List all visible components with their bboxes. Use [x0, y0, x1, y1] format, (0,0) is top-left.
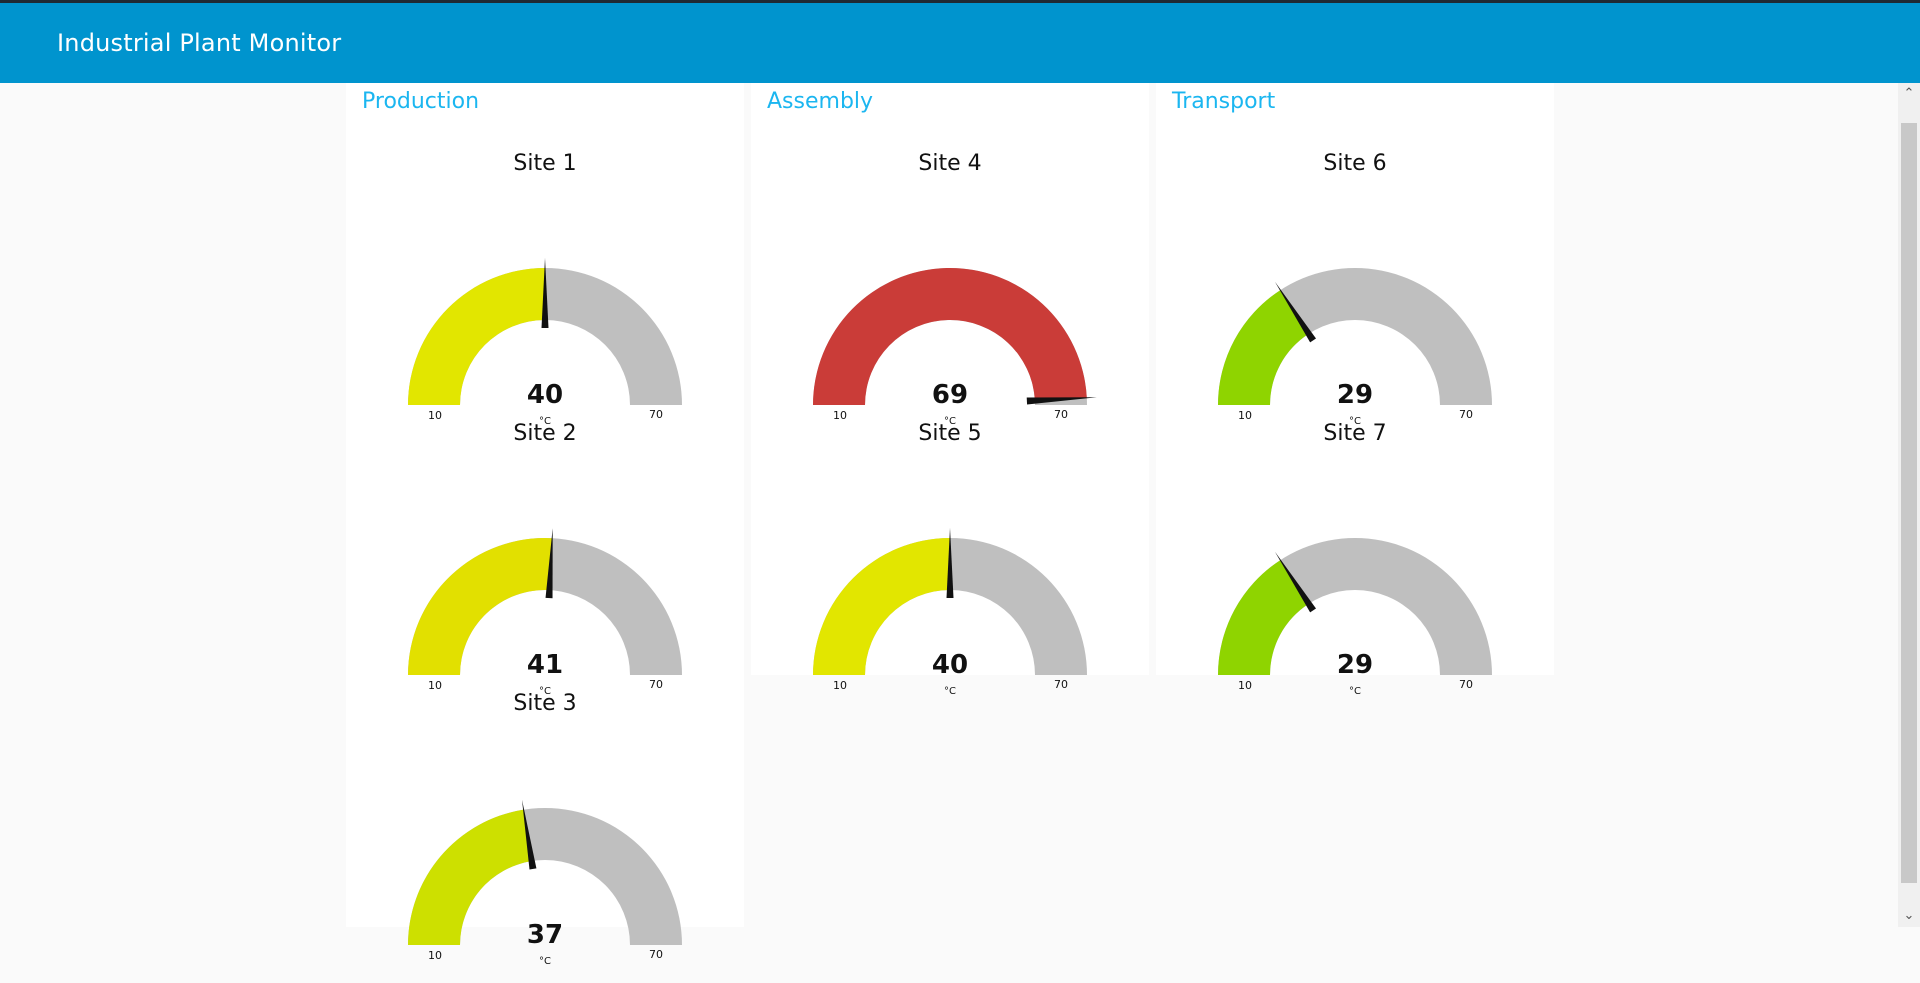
group-assembly: Assembly Site 4 69 °C 10 70 Site 5 40 °C 10 70	[751, 83, 1149, 697]
gauge-min-label: 10	[428, 949, 442, 962]
gauge-dial: 41°C10 70	[408, 528, 682, 697]
gauge-fill	[408, 809, 532, 945]
chevron-down-icon[interactable]: ⌄	[1898, 905, 1920, 927]
gauge-dial: 37 °C 10 70	[408, 799, 682, 967]
gauge-dial: 29 °C 10 70	[1218, 538, 1492, 697]
group-production: Production Site 1 40 °C 10 70 Site 2 41 °C 10 70 Si…	[346, 83, 744, 967]
gauge-min-label: 10	[833, 679, 847, 692]
gauge-unit: °C	[944, 686, 956, 697]
app-title: Industrial Plant Monitor	[57, 29, 342, 57]
group-title: Assembly	[767, 89, 874, 114]
chevron-up-icon[interactable]: ⌃	[1898, 83, 1920, 105]
gauge-value: 29	[1337, 650, 1373, 680]
gauge-value: 29	[1337, 380, 1373, 410]
gauge-value: 40	[527, 380, 563, 410]
gauge-site-7: Site 7 29 °C 10 70	[1156, 413, 1554, 697]
gauge-value: 41	[527, 650, 563, 680]
app-header: Industrial Plant Monitor	[0, 3, 1920, 83]
gauge-value: 37	[527, 920, 563, 950]
gauge-site-3: Site 3 37 °C 10 70	[346, 683, 744, 967]
gauge-site-2: Site 2 41 °C 10 70	[346, 413, 744, 697]
gauge-unit: °C	[539, 956, 551, 967]
group-title: Transport	[1172, 89, 1276, 114]
gauge-max-label: 70	[1054, 678, 1068, 691]
gauge-site-6: Site 6 29 °C 10 70	[1156, 143, 1554, 427]
gauge-value: 69	[932, 380, 968, 410]
gauge-unit: °C	[1349, 686, 1361, 697]
gauge-site-1: Site 1 40 °C 10 70	[346, 143, 744, 427]
gauge-dial: 29°C10 70	[1218, 268, 1492, 427]
gauge-dial: 69°C10 70	[813, 267, 1097, 427]
vertical-scrollbar[interactable]: ⌃ ⌄	[1898, 83, 1920, 927]
gauge-site-4: Site 4 69 °C 10 70	[751, 143, 1149, 427]
group-title: Production	[362, 89, 480, 114]
gauge-max-label: 70	[649, 948, 663, 961]
gauge-min-label: 10	[1238, 679, 1252, 692]
gauge-dial: 40°C10 70	[408, 258, 682, 427]
gauge-fill	[408, 268, 545, 405]
gauge-max-label: 70	[1459, 678, 1473, 691]
group-transport: Transport Site 6 29 °C 10 70 Site 7 29 °C 10 70	[1156, 83, 1554, 697]
gauge-site-5: Site 5 40 °C 10 70	[751, 413, 1149, 697]
gauge-fill	[813, 538, 950, 675]
gauge-value: 40	[932, 650, 968, 680]
gauge-dial: 40 °C 10 70	[813, 528, 1087, 697]
scroll-thumb[interactable]	[1901, 123, 1917, 883]
